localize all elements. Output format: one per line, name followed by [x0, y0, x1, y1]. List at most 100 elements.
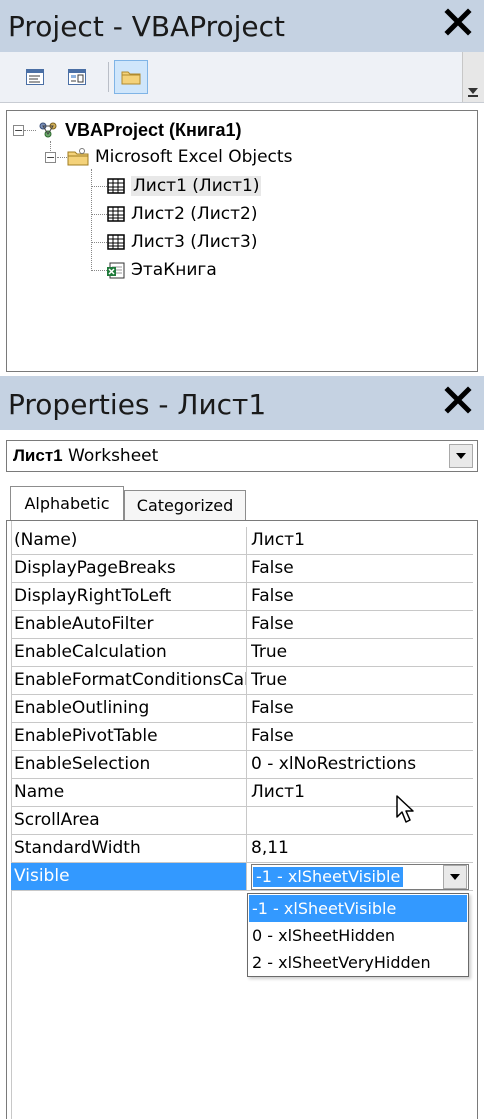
- property-row[interactable]: EnableCalculation True: [11, 639, 473, 667]
- combobox-value: -1 - xlSheetVisible: [253, 867, 404, 887]
- project-window-title: Project - VBAProject: [8, 10, 286, 43]
- tree-folder-node[interactable]: Microsoft Excel Objects: [67, 143, 292, 171]
- property-name: Visible: [11, 863, 247, 890]
- property-name: Name: [11, 779, 247, 806]
- view-code-icon: [26, 69, 44, 85]
- property-name: EnableFormatConditionsCalculation: [11, 667, 247, 694]
- property-value[interactable]: True: [251, 639, 473, 666]
- close-icon: [444, 386, 472, 414]
- property-row[interactable]: EnablePivotTable False: [11, 723, 473, 751]
- property-row[interactable]: StandardWidth 8,11: [11, 835, 473, 863]
- visible-dropdown-arrow[interactable]: [443, 865, 467, 889]
- tree-root-label: VBAProject (Книга1): [65, 119, 242, 140]
- properties-window-title: Properties - Лист1: [8, 388, 267, 421]
- tree-connector: [57, 157, 67, 158]
- visible-dropdown-list: -1 - xlSheetVisible 0 - xlSheetHidden 2 …: [247, 893, 469, 977]
- property-value[interactable]: False: [251, 723, 473, 750]
- object-type: Worksheet: [68, 446, 159, 466]
- tree-connector: [91, 214, 107, 215]
- tab-alphabetic[interactable]: Alphabetic: [10, 486, 124, 520]
- tree-connector: [91, 270, 107, 271]
- tree-item-sheet1[interactable]: Лист1 (Лист1): [107, 172, 262, 200]
- property-value[interactable]: [251, 807, 473, 834]
- project-tree: − VBAProject (Книга1) − Microsoft Excel …: [6, 110, 478, 372]
- property-name: EnableCalculation: [11, 639, 247, 666]
- dropdown-option[interactable]: -1 - xlSheetVisible: [249, 895, 467, 922]
- property-row[interactable]: DisplayPageBreaks False: [11, 555, 473, 583]
- property-row[interactable]: EnableFormatConditionsCalculation True: [11, 667, 473, 695]
- vbaproject-icon: [39, 122, 57, 138]
- property-row-selected[interactable]: Visible -1 - xlSheetVisible: [11, 863, 473, 891]
- property-name: StandardWidth: [11, 835, 247, 862]
- project-toolbar: [0, 52, 484, 103]
- worksheet-icon: [107, 206, 125, 222]
- project-window-titlebar: Project - VBAProject: [0, 0, 484, 52]
- object-selector-arrow[interactable]: [449, 444, 473, 468]
- mouse-pointer-icon: [396, 795, 414, 823]
- property-value[interactable]: Лист1: [251, 779, 473, 806]
- close-icon: [444, 8, 472, 36]
- view-object-icon: [68, 69, 86, 85]
- tree-item-label: Лист3 (Лист3): [131, 232, 258, 252]
- view-object-button[interactable]: [60, 60, 94, 94]
- property-value[interactable]: True: [251, 667, 473, 694]
- property-value[interactable]: 0 - xlNoRestrictions: [251, 751, 473, 778]
- workbook-icon: [107, 262, 125, 279]
- tree-item-sheet2[interactable]: Лист2 (Лист2): [107, 200, 257, 228]
- dropdown-option[interactable]: 2 - xlSheetVeryHidden: [249, 949, 467, 976]
- property-name: ScrollArea: [11, 807, 247, 834]
- property-name: (Name): [11, 527, 247, 554]
- toolbar-separator: [108, 62, 109, 92]
- tree-item-thisworkbook[interactable]: ЭтаКнига: [107, 256, 217, 284]
- tree-connector: [91, 242, 107, 243]
- tree-item-sheet3[interactable]: Лист3 (Лист3): [107, 228, 257, 256]
- collapse-root-toggle[interactable]: −: [13, 125, 24, 136]
- property-value[interactable]: False: [251, 695, 473, 722]
- property-value[interactable]: 8,11: [251, 835, 473, 862]
- property-row[interactable]: EnableOutlining False: [11, 695, 473, 723]
- tree-connector: [91, 169, 92, 271]
- tree-root-node[interactable]: VBAProject (Книга1): [37, 116, 241, 144]
- visible-value-combobox[interactable]: -1 - xlSheetVisible: [251, 864, 469, 890]
- object-selector-value: Лист1 Worksheet: [13, 446, 158, 466]
- property-value[interactable]: False: [251, 611, 473, 638]
- toolbar-overflow-button[interactable]: [462, 52, 484, 102]
- property-row[interactable]: EnableSelection 0 - xlNoRestrictions: [11, 751, 473, 779]
- folder-icon: [121, 71, 141, 85]
- property-row[interactable]: (Name) Лист1: [11, 527, 473, 555]
- chevron-down-icon: [456, 453, 466, 459]
- properties-tabs: Alphabetic Categorized: [6, 486, 478, 520]
- property-name: DisplayRightToLeft: [11, 583, 247, 610]
- dropdown-option[interactable]: 0 - xlSheetHidden: [249, 922, 467, 949]
- folder-icon: [67, 148, 89, 166]
- tab-label: Categorized: [136, 496, 234, 515]
- object-name: Лист1: [13, 446, 63, 465]
- tab-categorized[interactable]: Categorized: [124, 490, 246, 520]
- properties-close-button[interactable]: [440, 384, 476, 424]
- tree-item-label: ЭтаКнига: [131, 260, 217, 280]
- view-code-button[interactable]: [18, 60, 52, 94]
- worksheet-icon: [107, 234, 125, 250]
- object-selector-dropdown[interactable]: Лист1 Worksheet: [6, 440, 478, 472]
- tree-connector: [91, 186, 107, 187]
- property-name: EnableAutoFilter: [11, 611, 247, 638]
- tree-folder-label: Microsoft Excel Objects: [95, 147, 293, 167]
- tree-item-label: Лист1 (Лист1): [131, 176, 262, 196]
- properties-window-titlebar: Properties - Лист1: [0, 376, 484, 430]
- property-name: EnableOutlining: [11, 695, 247, 722]
- property-row[interactable]: DisplayRightToLeft False: [11, 583, 473, 611]
- toggle-folders-button[interactable]: [114, 60, 148, 94]
- property-value[interactable]: False: [251, 583, 473, 610]
- property-value[interactable]: Лист1: [251, 527, 473, 554]
- collapse-folder-toggle[interactable]: −: [45, 152, 56, 163]
- property-row[interactable]: EnableAutoFilter False: [11, 611, 473, 639]
- tree-connector: [24, 130, 36, 131]
- tree-item-label: Лист2 (Лист2): [131, 204, 258, 224]
- property-name: EnableSelection: [11, 751, 247, 778]
- property-value[interactable]: False: [251, 555, 473, 582]
- chevron-down-icon: [450, 874, 460, 880]
- project-close-button[interactable]: [440, 6, 476, 46]
- property-name: DisplayPageBreaks: [11, 555, 247, 582]
- chevron-down-icon: [468, 88, 478, 97]
- tab-label: Alphabetic: [24, 494, 110, 513]
